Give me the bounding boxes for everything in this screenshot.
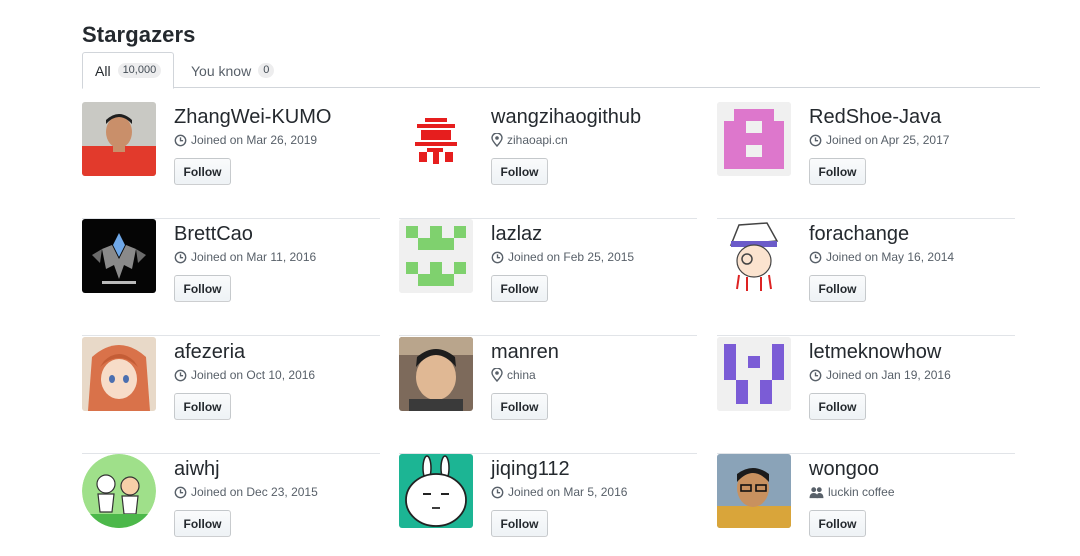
tab-all-counter: 10,000	[117, 63, 162, 78]
people-icon	[809, 486, 824, 498]
user-meta-text: Joined on May 16, 2014	[826, 250, 955, 264]
user-meta-text: Joined on Mar 26, 2019	[191, 133, 318, 147]
page-title: Stargazers	[82, 22, 196, 47]
user-meta: luckin coffee	[809, 485, 895, 499]
follow-button[interactable]: Follow	[491, 393, 548, 420]
avatar-lazlaz[interactable]	[399, 219, 473, 293]
follow-button[interactable]: Follow	[809, 510, 866, 537]
follow-button[interactable]: Follow	[809, 393, 866, 420]
avatar-zhangwei-kumo[interactable]	[82, 102, 156, 176]
user-card-manren: manren china Follow	[399, 337, 697, 454]
user-card-zhangwei-kumo: ZhangWei-KUMO Joined on Mar 26, 2019 Fol…	[82, 102, 380, 219]
user-meta-text: Joined on Jan 19, 2016	[826, 368, 951, 382]
username[interactable]: wongoo	[809, 458, 879, 481]
avatar-afezeria[interactable]	[82, 337, 156, 411]
avatar-redshoe-java[interactable]	[717, 102, 791, 176]
user-meta: china	[491, 368, 536, 382]
username[interactable]: forachange	[809, 223, 909, 246]
user-card-forachange: forachange Joined on May 16, 2014 Follow	[717, 219, 1015, 336]
username[interactable]: afezeria	[174, 341, 245, 364]
stargazers-page: Stargazers All 10,000 You know 0 ZhangWe…	[0, 0, 1080, 556]
user-meta: Joined on Mar 11, 2016	[174, 250, 316, 264]
avatar-wangzihaogithub[interactable]	[399, 102, 473, 176]
avatar-aiwhj[interactable]	[82, 454, 156, 528]
username[interactable]: aiwhj	[174, 458, 220, 481]
clock-icon	[809, 134, 822, 146]
follow-button[interactable]: Follow	[809, 158, 866, 185]
clock-icon	[174, 486, 187, 498]
location-icon	[491, 368, 503, 382]
avatar-jiqing112[interactable]	[399, 454, 473, 528]
avatar-wongoo[interactable]	[717, 454, 791, 528]
tab-you-know[interactable]: You know 0	[191, 52, 275, 89]
follow-button[interactable]: Follow	[809, 275, 866, 302]
user-card-wangzihaogithub: wangzihaogithub zihaoapi.cn Follow	[399, 102, 697, 219]
user-card-letmeknowhow: letmeknowhow Joined on Jan 19, 2016 Foll…	[717, 337, 1015, 454]
tab-bar: All 10,000 You know 0	[82, 52, 1040, 89]
user-meta-text: Joined on Mar 5, 2016	[508, 485, 628, 499]
follow-button[interactable]: Follow	[491, 510, 548, 537]
avatar-brettcao[interactable]	[82, 219, 156, 293]
username[interactable]: RedShoe-Java	[809, 106, 941, 129]
user-meta: Joined on Oct 10, 2016	[174, 368, 315, 382]
user-meta-text: Joined on Dec 23, 2015	[191, 485, 318, 499]
user-meta-text: Joined on Apr 25, 2017	[826, 133, 950, 147]
user-card-afezeria: afezeria Joined on Oct 10, 2016 Follow	[82, 337, 380, 454]
clock-icon	[491, 486, 504, 498]
avatar-letmeknowhow[interactable]	[717, 337, 791, 411]
clock-icon	[491, 251, 504, 263]
user-meta: Joined on Dec 23, 2015	[174, 485, 318, 499]
user-meta-text: Joined on Oct 10, 2016	[191, 368, 316, 382]
tab-all-label: All	[95, 62, 111, 79]
username[interactable]: jiqing112	[491, 458, 570, 481]
user-card-brettcao: BrettCao Joined on Mar 11, 2016 Follow	[82, 219, 380, 336]
follow-button[interactable]: Follow	[174, 510, 231, 537]
location-icon	[491, 133, 503, 147]
username[interactable]: BrettCao	[174, 223, 253, 246]
user-meta: Joined on Jan 19, 2016	[809, 368, 951, 382]
username[interactable]: ZhangWei-KUMO	[174, 106, 331, 129]
user-meta-text: luckin coffee	[828, 485, 895, 499]
follow-button[interactable]: Follow	[174, 393, 231, 420]
user-meta-text: zihaoapi.cn	[507, 133, 568, 147]
clock-icon	[174, 251, 187, 263]
clock-icon	[809, 369, 822, 381]
clock-icon	[809, 251, 822, 263]
follow-button[interactable]: Follow	[174, 275, 231, 302]
user-meta: Joined on Apr 25, 2017	[809, 133, 949, 147]
username[interactable]: letmeknowhow	[809, 341, 941, 364]
avatar-manren[interactable]	[399, 337, 473, 411]
user-card-redshoe-java: RedShoe-Java Joined on Apr 25, 2017 Foll…	[717, 102, 1015, 219]
user-meta-text: china	[507, 368, 536, 382]
avatar-forachange[interactable]	[717, 219, 791, 293]
follow-button[interactable]: Follow	[491, 275, 548, 302]
user-meta: zihaoapi.cn	[491, 133, 568, 147]
user-card-jiqing112: jiqing112 Joined on Mar 5, 2016 Follow	[399, 454, 697, 556]
tab-you-know-counter: 0	[258, 63, 275, 78]
user-meta: Joined on Mar 26, 2019	[174, 133, 317, 147]
follow-button[interactable]: Follow	[491, 158, 548, 185]
user-meta: Joined on Mar 5, 2016	[491, 485, 627, 499]
user-meta-text: Joined on Mar 11, 2016	[191, 250, 317, 264]
user-meta: Joined on Feb 25, 2015	[491, 250, 634, 264]
user-card-lazlaz: lazlaz Joined on Feb 25, 2015 Follow	[399, 219, 697, 336]
clock-icon	[174, 134, 187, 146]
follow-button[interactable]: Follow	[174, 158, 231, 185]
user-meta: Joined on May 16, 2014	[809, 250, 954, 264]
tab-all[interactable]: All 10,000	[82, 52, 174, 89]
stargazer-list: ZhangWei-KUMO Joined on Mar 26, 2019 Fol…	[82, 102, 1042, 556]
user-card-wongoo: wongoo luckin coffee Follow	[717, 454, 1015, 556]
clock-icon	[174, 369, 187, 381]
username[interactable]: lazlaz	[491, 223, 542, 246]
user-card-aiwhj: aiwhj Joined on Dec 23, 2015 Follow	[82, 454, 380, 556]
user-meta-text: Joined on Feb 25, 2015	[508, 250, 635, 264]
username[interactable]: wangzihaogithub	[491, 106, 641, 129]
username[interactable]: manren	[491, 341, 559, 364]
tab-you-know-label: You know	[191, 62, 252, 79]
